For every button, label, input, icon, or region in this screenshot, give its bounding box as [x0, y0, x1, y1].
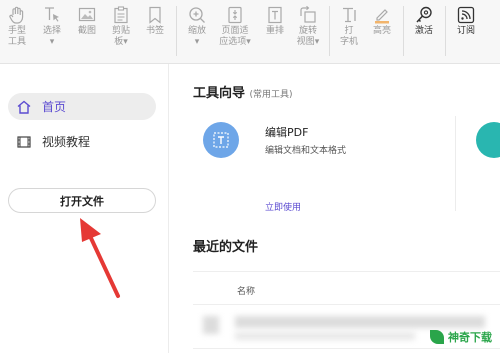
bookmark-button[interactable]: 书签: [140, 0, 170, 60]
edit-pdf-icon: [203, 122, 239, 158]
sidebar-item-video-tutorial[interactable]: 视频教程: [8, 128, 156, 155]
watermark-text: 神奇下载: [448, 331, 492, 344]
clipboard-button[interactable]: 剪贴 板▾: [106, 0, 136, 60]
tool-guide-subtitle: (常用工具): [249, 90, 293, 100]
sidebar: 首页 视频教程 打开文件: [0, 64, 169, 353]
recent-file-row-detail: [235, 332, 415, 340]
card-divider: [455, 116, 456, 211]
open-file-button[interactable]: 打开文件: [8, 188, 156, 213]
main-content: 工具向导 (常用工具) 编辑PDF 编辑文档和文本格式 立即使用 最近的文件 名…: [169, 64, 500, 353]
sidebar-item-label: 首页: [42, 100, 67, 114]
clipboard-icon: [114, 6, 128, 24]
watermark: 神奇下载: [430, 329, 492, 345]
tool-guide-header: 工具向导 (常用工具): [193, 82, 293, 101]
sidebar-item-home[interactable]: 首页: [8, 93, 156, 120]
toolbar-divider: [329, 6, 330, 56]
tool-card-edit-pdf[interactable]: 编辑PDF 编辑文档和文本格式 立即使用: [193, 122, 423, 222]
use-now-link[interactable]: 立即使用: [265, 200, 301, 213]
screenshot-icon: [78, 7, 96, 22]
rotate-view-button[interactable]: 旋转 视图▾: [293, 0, 323, 60]
fit-page-button[interactable]: 页面适 应选项▾: [215, 0, 255, 60]
divider: [193, 348, 500, 349]
tool-guide-title: 工具向导: [193, 86, 246, 101]
next-tool-icon[interactable]: [476, 122, 500, 158]
bookmark-icon: [149, 6, 161, 24]
recent-files-title: 最近的文件: [193, 240, 259, 255]
tool-description: 编辑文档和文本格式: [265, 146, 347, 156]
zoom-button[interactable]: 缩放 ▾: [182, 0, 212, 60]
divider: [193, 271, 500, 272]
toolbar-divider: [445, 6, 446, 56]
divider: [193, 304, 500, 305]
rotate-icon: [300, 5, 316, 23]
recent-file-row[interactable]: [235, 316, 485, 328]
video-icon: [16, 134, 32, 150]
hand-icon: [9, 6, 24, 24]
file-thumbnail: [203, 316, 219, 334]
typewriter-icon: [343, 7, 356, 23]
home-icon: [16, 99, 32, 115]
toolbar: 手型 工具 选择 ▾ 截图 剪贴 板▾ 书签 缩放 ▾ 页面适 应选项▾ 重排 …: [0, 0, 500, 64]
leaf-icon: [430, 330, 444, 344]
toolbar-divider: [176, 6, 177, 56]
activate-key-icon: [416, 6, 432, 23]
reflow-button[interactable]: 重排: [260, 0, 290, 60]
sidebar-item-label: 视频教程: [42, 135, 91, 149]
select-text-icon: [45, 7, 59, 22]
hand-tool-button[interactable]: 手型 工具: [2, 0, 32, 60]
zoom-icon: [189, 7, 205, 23]
subscribe-icon: [457, 6, 475, 24]
tool-name: 编辑PDF: [265, 126, 309, 139]
highlight-button[interactable]: 高亮: [367, 0, 397, 60]
column-header-name: 名称: [237, 287, 256, 297]
annotation-arrow: [80, 218, 120, 298]
reflow-icon: [268, 6, 282, 24]
activate-button[interactable]: 激活: [409, 0, 439, 60]
subscribe-button[interactable]: 订阅: [451, 0, 481, 60]
typewriter-button[interactable]: 打 字机: [335, 0, 363, 60]
toolbar-divider: [403, 6, 404, 56]
select-button[interactable]: 选择 ▾: [37, 0, 67, 60]
screenshot-button[interactable]: 截图: [72, 0, 102, 60]
fit-page-icon: [228, 6, 242, 24]
highlight-icon: [375, 9, 389, 24]
